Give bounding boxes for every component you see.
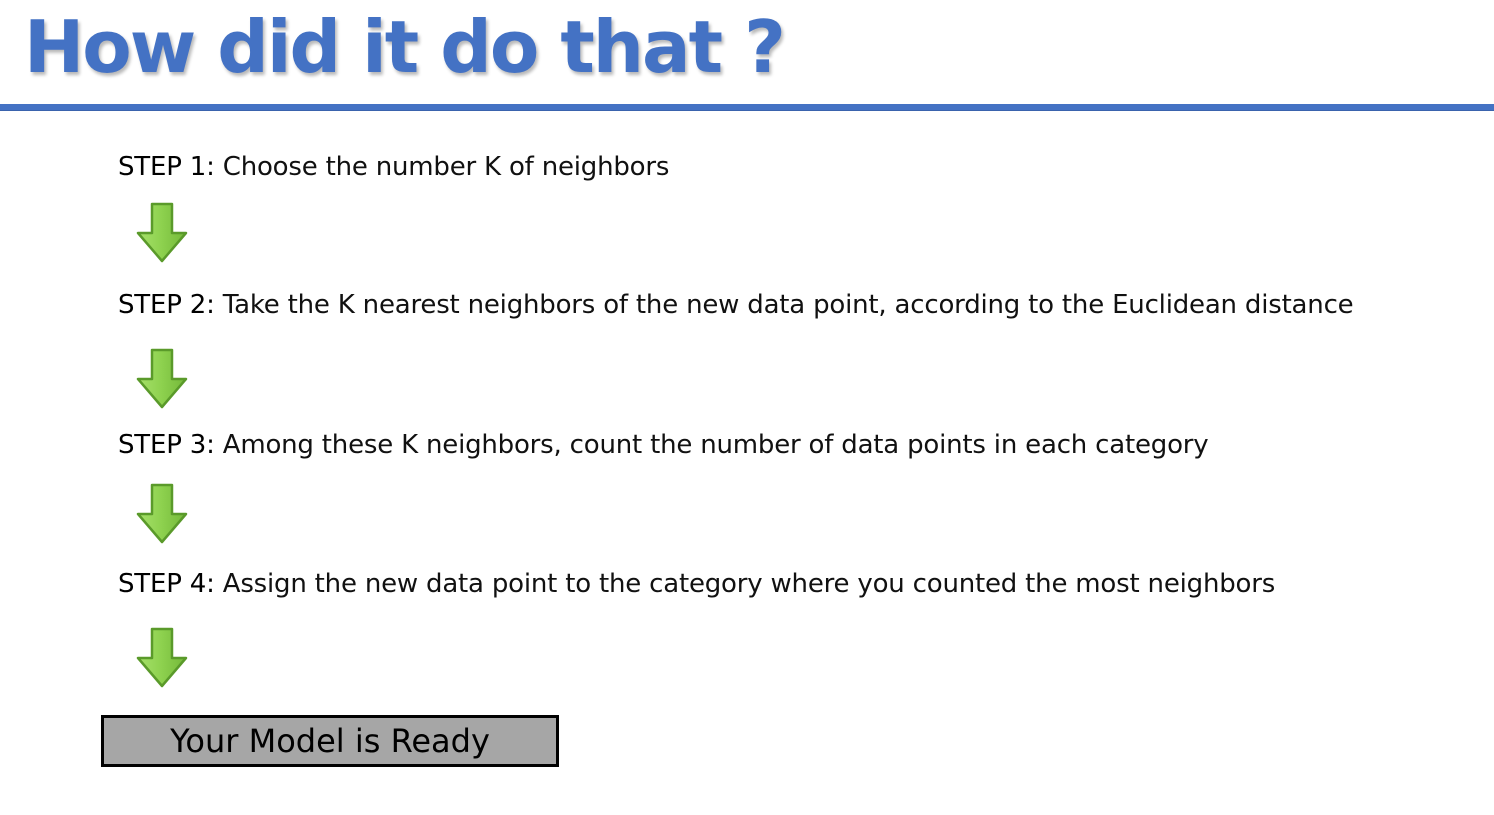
step-1-label: STEP 1: xyxy=(118,152,215,182)
model-ready-box: Your Model is Ready xyxy=(101,715,559,767)
step-3-text: Among these K neighbors, count the numbe… xyxy=(214,430,1209,460)
down-arrow-icon xyxy=(136,483,188,544)
slide-title: How did it do that ? xyxy=(24,5,786,89)
step-1: STEP 1: Choose the number K of neighbors xyxy=(118,149,669,185)
step-2: STEP 2: Take the K nearest neighbors of … xyxy=(118,287,1354,323)
step-2-label: STEP 2: xyxy=(118,290,215,320)
step-4: STEP 4: Assign the new data point to the… xyxy=(118,566,1275,602)
step-3-label: STEP 3: xyxy=(118,430,215,460)
down-arrow-icon xyxy=(136,627,188,688)
title-divider xyxy=(0,104,1494,111)
step-3: STEP 3: Among these K neighbors, count t… xyxy=(118,427,1209,463)
step-4-text: Assign the new data point to the categor… xyxy=(214,569,1276,599)
step-1-text: Choose the number K of neighbors xyxy=(214,152,670,182)
down-arrow-icon xyxy=(136,202,188,263)
step-4-label: STEP 4: xyxy=(118,569,215,599)
step-2-text: Take the K nearest neighbors of the new … xyxy=(214,290,1354,320)
down-arrow-icon xyxy=(136,348,188,409)
